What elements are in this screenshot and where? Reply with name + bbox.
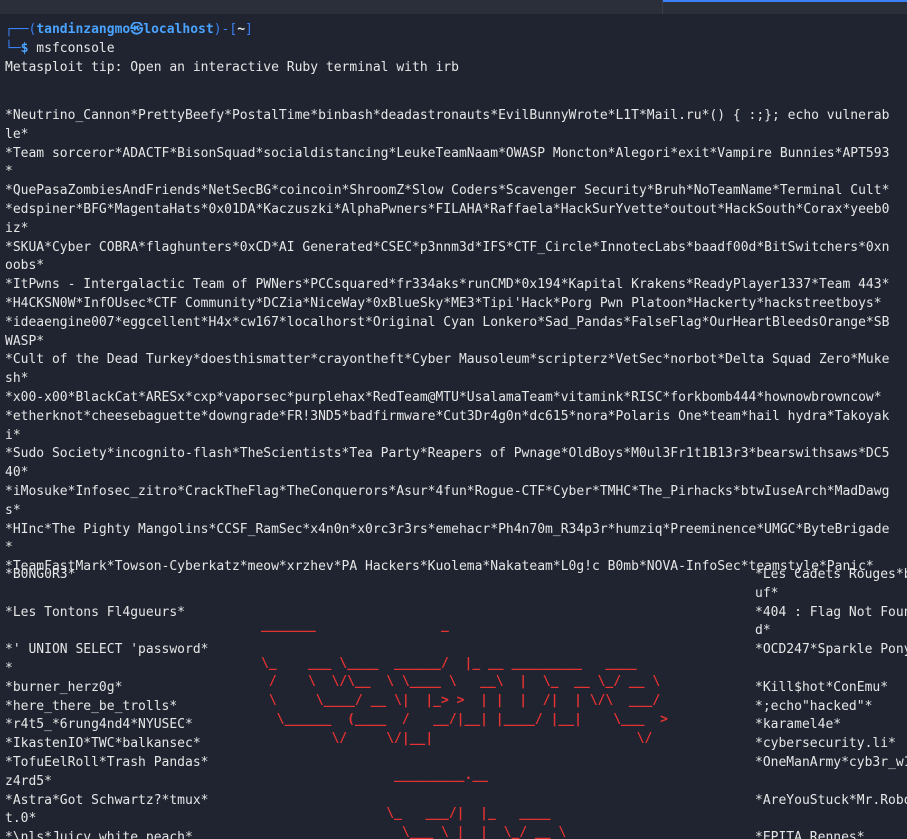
command-text: msfconsole: [28, 41, 115, 56]
output-line: *Cult of the Dead Turkey*doesthismatter*…: [5, 352, 890, 368]
output-line: *etherknot*cheesebaguette*downgrade*FR!3…: [5, 408, 890, 424]
prompt-path: ~: [237, 22, 246, 37]
output-line: *TeamFastMark*Towson-Cyberkatz*meow*xrzh…: [5, 559, 874, 575]
prompt-path-suffix: ]: [245, 22, 253, 37]
left-column-line: *here_there_be_trolls*: [5, 698, 178, 714]
prompt-box-open: ┌──(: [5, 22, 37, 37]
ascii-art-line: [261, 787, 668, 806]
output-line: le*: [5, 126, 29, 142]
output-line: *SKUA*Cyber COBRA*flaghunters*0xCD*AI Ge…: [5, 239, 890, 255]
ascii-art-line: [261, 750, 668, 769]
output-line: oobs*: [5, 258, 45, 274]
prompt-host: localhost: [143, 22, 214, 37]
left-column-line: *r4t5_*6rung4nd4*NYUSEC*: [5, 717, 193, 733]
ascii-art-line: _________.__: [261, 768, 488, 784]
active-tab-indicator[interactable]: [663, 0, 907, 2]
ascii-art-line: _______ _: [261, 618, 449, 633]
right-column-line: *AreYouStuck*Mr.Robo: [755, 792, 907, 808]
ascii-art-line: / \ \/\__ \ \____ \ __\ | \_ __ \_/ __ \: [261, 674, 661, 690]
left-column-line: *TofuEelRoll*Trash Pandas*: [5, 755, 209, 770]
ascii-art-line: \______ (____ / __/|__| |____/ |__| \___…: [261, 711, 668, 727]
output-line: *x00-x00*BlackCat*ARESx*cxp*vaporsec*pur…: [5, 390, 882, 405]
terminal-tab-bar: [0, 0, 907, 14]
left-column-line: *: [5, 661, 13, 676]
right-column-line: *OneManArmy*cyb3r_w1: [755, 755, 907, 770]
output-line: WASP*: [5, 333, 45, 349]
ascii-art-line: \/ \/|__| \/: [261, 730, 653, 746]
left-column-line: z4rd5*: [5, 773, 52, 789]
left-column-line: *' UNION SELECT 'password*: [5, 642, 209, 658]
right-column-line: *Les Cadets Rouges*b: [755, 567, 907, 582]
output-line: *edspiner*BFG*MagentaHats*0x01DA*Kaczusz…: [5, 202, 890, 217]
tab-separator: [662, 0, 663, 14]
ascii-art-line: \_ ___/| |_ ____: [261, 805, 551, 821]
right-column-line: uf*: [755, 585, 779, 601]
right-column-line: *karamel4e*: [755, 717, 842, 733]
left-column-line: *IkastenIO*TWC*balkansec*: [5, 736, 201, 752]
right-column-line: d*: [755, 623, 771, 639]
output-line: *Neutrino_Cannon*PrettyBeefy*PostalTime*…: [5, 108, 890, 123]
output-line: 40*: [5, 465, 29, 481]
output-line: sh*: [5, 371, 29, 387]
right-column-line: *EPITA Rennes*: [755, 830, 865, 839]
output-line: *HInc*The Pighty Mangolins*CCSF_RamSec*x…: [5, 521, 890, 537]
left-column-line: t.0*: [5, 811, 37, 827]
left-column-line: *\nls*Juicy white peach*: [5, 830, 193, 839]
right-column-line: *OCD247*Sparkle Pony: [755, 642, 907, 658]
output-line: *H4CKSN0W*InfOUsec*CTF Community*DCZia*N…: [5, 296, 882, 311]
ascii-art-line: [261, 637, 668, 656]
output-line: *ItPwns - Intergalactic Team of PWNers*P…: [5, 277, 890, 293]
prompt-at: ㉿: [130, 22, 144, 37]
output-line: *: [5, 540, 13, 556]
prompt-box-close: └─: [5, 41, 21, 56]
terminal-output[interactable]: ┌──(tandinzangmo㉿localhost)-[~] └─$ msfc…: [5, 22, 907, 839]
left-column-line: *B0NG0R3*: [5, 567, 76, 582]
prompt-line-2: └─$ msfconsole: [5, 41, 115, 57]
output-line: *ideaengine007*eggcellent*H4x*cw167*loca…: [5, 314, 890, 330]
right-column-line: *404 : Flag Not Foun: [755, 604, 907, 620]
left-column-line: *burner_herz0g*: [5, 679, 123, 695]
ascii-art-line: \___ \ | | \_/ __ \: [261, 824, 567, 839]
prompt-path-prefix: )-[: [213, 22, 238, 37]
right-column-line: *;echo"hacked"*: [755, 698, 873, 714]
output-line: *: [5, 164, 13, 180]
right-column-line: *Kill$hot*ConEmu*: [755, 679, 889, 695]
output-line: *QuePasaZombiesAndFriends*NetSecBG*coinc…: [5, 183, 890, 199]
ascii-art-line: \_ ___ \____ ______/ |_ __ _________ ___…: [261, 655, 637, 671]
metasploit-tip: Metasploit tip: Open an interactive Ruby…: [5, 60, 459, 75]
right-column-line: *cybersecurity.li*: [755, 736, 896, 752]
output-line: i*: [5, 427, 21, 443]
output-line: *iMosuke*Infosec_zitro*CrackTheFlag*TheC…: [5, 484, 890, 499]
prompt-user: tandinzangmo: [36, 22, 131, 37]
left-column-line: *Les Tontons Fl4gueurs*: [5, 604, 186, 620]
ascii-art-banner: _______ _ \_ ___ \____ ______/ |_ __ ____…: [261, 618, 668, 839]
prompt-line-1: ┌──(tandinzangmo㉿localhost)-[~]: [5, 22, 253, 38]
output-line: *Sudo Society*incognito-flash*TheScienti…: [5, 446, 890, 462]
ascii-art-line: \ \____/ __ \| |_> > | | | /| | \/\ ___/: [261, 693, 661, 709]
output-line: iz*: [5, 220, 29, 236]
left-column-line: *Astra*Got Schwartz?*tmux*: [5, 792, 209, 808]
output-line: s*: [5, 502, 21, 518]
output-line: *Team sorceror*ADACTF*BisonSquad*sociald…: [5, 145, 890, 161]
